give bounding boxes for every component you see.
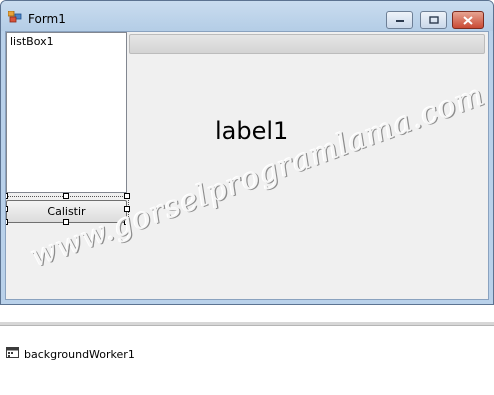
minimize-button[interactable] (386, 11, 413, 29)
close-icon (463, 15, 473, 25)
resize-handle-nw[interactable] (6, 193, 8, 199)
resize-handle-n[interactable] (63, 193, 69, 199)
resize-handle-ne[interactable] (124, 193, 130, 199)
window-title: Form1 (28, 12, 66, 26)
resize-handle-sw[interactable] (6, 219, 8, 225)
listbox[interactable]: listBox1 (6, 32, 127, 193)
minimize-icon (395, 20, 404, 22)
background-worker-component[interactable]: backgroundWorker1 (24, 348, 135, 361)
form-window: Form1 listBox1 label1 Calistir www.gorse… (0, 0, 494, 305)
close-button[interactable] (452, 11, 484, 29)
title-bar[interactable]: Form1 (1, 1, 493, 31)
component-tray-divider (0, 322, 494, 326)
maximize-button[interactable] (420, 11, 447, 29)
resize-handle-w[interactable] (6, 206, 8, 212)
resize-handle-s[interactable] (63, 219, 69, 225)
background-worker-icon (6, 347, 19, 358)
form-icon (8, 11, 22, 23)
form-client-area: listBox1 label1 Calistir www.gorselprogr… (5, 31, 489, 300)
listbox-name: listBox1 (10, 35, 54, 48)
label1[interactable]: label1 (215, 117, 288, 145)
maximize-icon (428, 16, 439, 24)
progress-bar[interactable] (129, 34, 485, 54)
